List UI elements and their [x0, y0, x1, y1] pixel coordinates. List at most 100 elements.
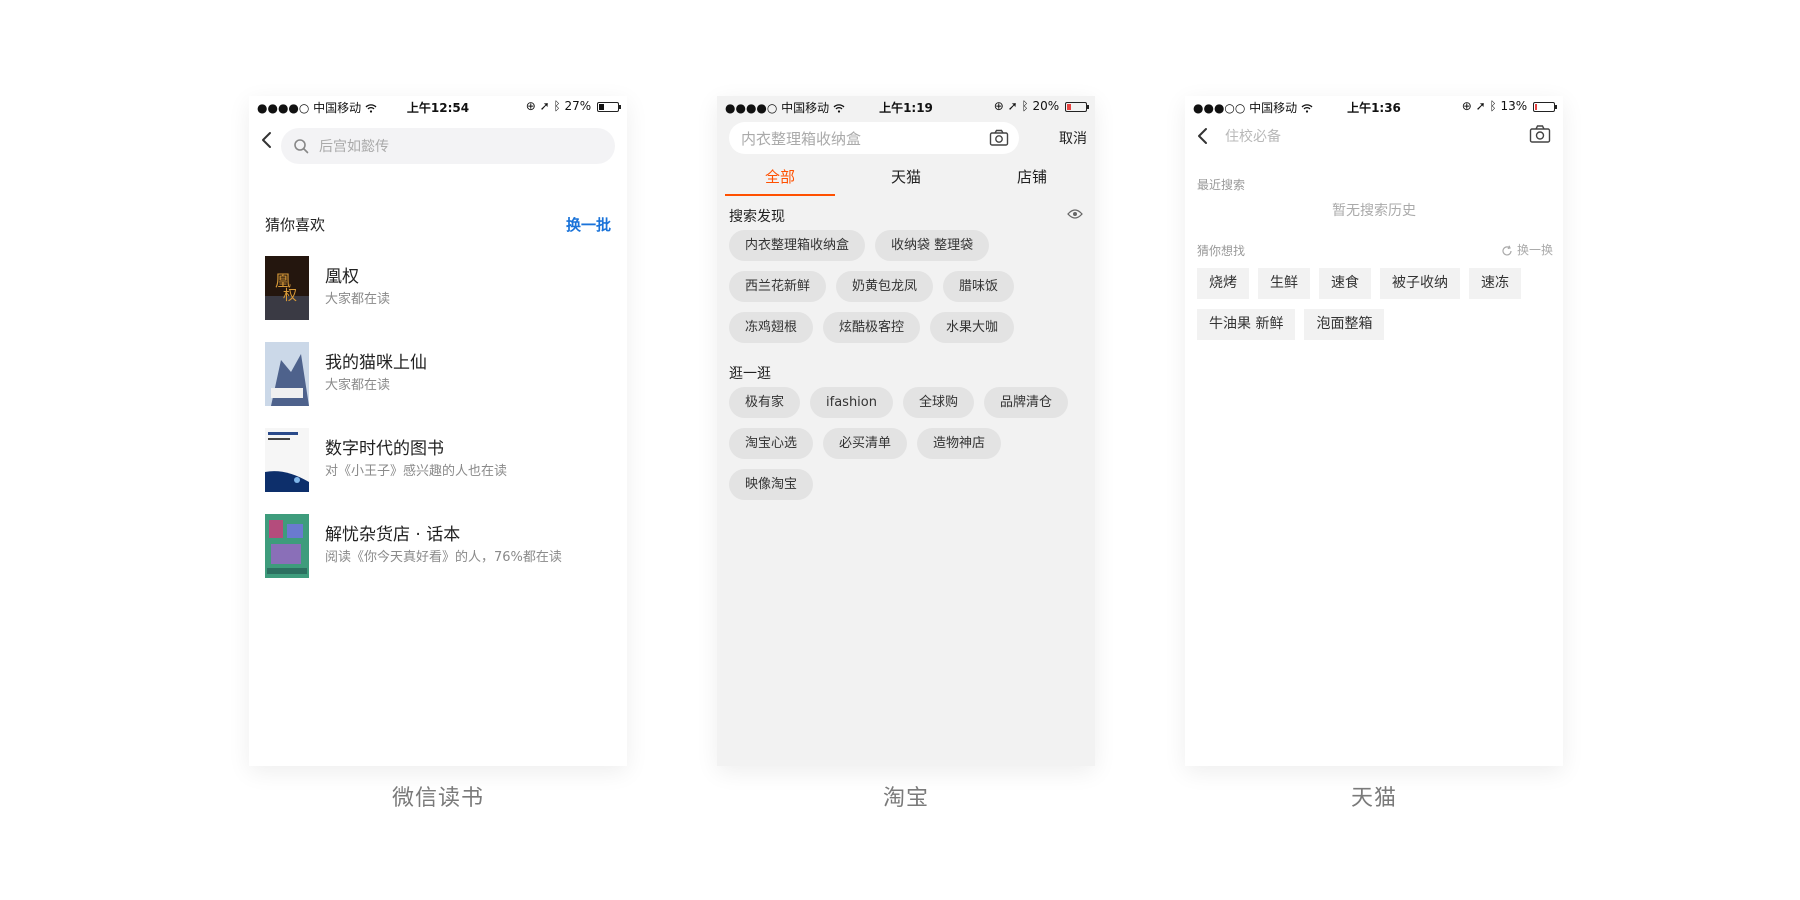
discover-tag[interactable]: 水果大咖 — [930, 312, 1015, 343]
browse-tag[interactable]: 极有家 — [729, 387, 801, 418]
lock-rotation-icon: ⊕ — [993, 99, 1004, 113]
location-icon: ➚ — [539, 99, 550, 113]
back-arrow-icon[interactable] — [255, 128, 279, 152]
tab-tmall[interactable]: 天猫 — [851, 166, 961, 187]
bluetooth-icon: ᛒ — [553, 99, 561, 113]
status-right: ⊕ ➚ ᛒ 13% — [1461, 99, 1557, 113]
book-subtitle: 大家都在读 — [325, 378, 391, 393]
book-title: 数字时代的图书 — [325, 439, 444, 459]
discover-tag[interactable]: 收纳袋 整理袋 — [875, 230, 990, 261]
book-cover: 凰权 — [265, 256, 309, 320]
book-title: 我的猫咪上仙 — [325, 353, 427, 373]
tab-all[interactable]: 全部 — [725, 166, 835, 187]
book-list: 凰权 凰权 大家都在读 我的猫咪上仙 大家都在读 数字时代的图书 对《小王子》感… — [249, 246, 627, 588]
battery-fill — [1067, 103, 1071, 110]
caption-tmall: 天猫 — [1350, 786, 1397, 811]
empty-history-text: 暂无搜索历史 — [1332, 203, 1416, 219]
camera-icon[interactable] — [1529, 124, 1551, 144]
battery-icon — [1065, 101, 1089, 112]
book-item[interactable]: 数字时代的图书 对《小王子》感兴趣的人也在读 — [249, 418, 627, 502]
book-item[interactable]: 我的猫咪上仙 大家都在读 — [249, 332, 627, 416]
discover-tag[interactable]: 内衣整理箱收纳盒 — [729, 230, 866, 261]
browse-title: 逛一逛 — [729, 366, 771, 382]
search-bar-row — [1185, 116, 1563, 156]
browse-tag[interactable]: 必买清单 — [823, 428, 908, 459]
discover-header: 搜索发现 — [717, 200, 1095, 230]
suggest-tag[interactable]: 生鲜 — [1258, 268, 1310, 299]
browse-header: 逛一逛 — [717, 357, 1095, 387]
tab-shop[interactable]: 店铺 — [977, 166, 1087, 187]
browse-tags: 极有家 ifashion 全球购 品牌清仓 淘宝心选 必买清单 造物神店 映像淘… — [717, 387, 1095, 500]
browse-tag[interactable]: 造物神店 — [917, 428, 1002, 459]
browse-tag[interactable]: ifashion — [810, 387, 893, 418]
battery-fill — [1535, 103, 1537, 110]
book-item[interactable]: 凰权 凰权 大家都在读 — [249, 246, 627, 330]
browse-tag[interactable]: 淘宝心选 — [729, 428, 814, 459]
cancel-button[interactable]: 取消 — [1059, 128, 1087, 148]
active-tab-indicator — [725, 194, 835, 196]
recommend-header: 猜你喜欢 换一批 — [249, 212, 627, 236]
camera-icon[interactable] — [989, 129, 1009, 147]
tmall-screen: ●●●○○ 中国移动 上午1:36 ⊕ ➚ ᛒ 13% 最近搜索 暂无搜索历史 … — [1185, 96, 1563, 766]
discover-title: 搜索发现 — [729, 209, 785, 225]
browse-tag[interactable]: 全球购 — [903, 387, 975, 418]
battery-percent: 13% — [1500, 99, 1528, 113]
book-subtitle: 大家都在读 — [325, 292, 391, 307]
search-bar-row — [249, 116, 627, 170]
lock-rotation-icon: ⊕ — [525, 99, 536, 113]
suggest-tags: 烧烤 生鲜 速食 被子收纳 速冻 牛油果 新鲜 泡面整箱 — [1185, 264, 1563, 340]
suggest-tag[interactable]: 速冻 — [1469, 268, 1521, 299]
browse-tag[interactable]: 映像淘宝 — [729, 469, 814, 500]
discover-tags: 内衣整理箱收纳盒 收纳袋 整理袋 西兰花新鲜 奶黄包龙凤 腊味饭 冻鸡翅根 炫酷… — [717, 230, 1095, 343]
status-bar: ●●●●○ 中国移动 上午12:54 ⊕ ➚ ᛒ 27% — [249, 96, 627, 116]
search-input[interactable] — [1223, 120, 1437, 154]
caption-taobao: 淘宝 — [882, 786, 929, 811]
location-icon: ➚ — [1007, 99, 1018, 113]
svg-text:权: 权 — [283, 288, 297, 304]
discover-tag[interactable]: 西兰花新鲜 — [729, 271, 827, 302]
search-box[interactable] — [729, 122, 1019, 156]
refresh-icon — [1502, 245, 1512, 255]
battery-fill — [599, 103, 604, 110]
refresh-batch-button[interactable]: 换一批 — [566, 214, 611, 235]
search-input[interactable] — [317, 128, 551, 166]
search-icon — [294, 139, 309, 154]
suggest-title: 猜你想找 — [1197, 244, 1246, 258]
suggest-tag[interactable]: 速食 — [1319, 268, 1371, 299]
discover-tag[interactable]: 炫酷极客控 — [823, 312, 921, 343]
book-cover — [265, 342, 309, 406]
status-right: ⊕ ➚ ᛒ 20% — [993, 99, 1089, 113]
back-arrow-icon[interactable] — [1191, 124, 1215, 148]
suggest-tag[interactable]: 牛油果 新鲜 — [1197, 309, 1296, 340]
recent-search-title: 最近搜索 — [1197, 178, 1246, 192]
search-box[interactable] — [281, 128, 615, 166]
discover-tag[interactable]: 冻鸡翅根 — [729, 312, 814, 343]
bluetooth-icon: ᛒ — [1489, 99, 1497, 113]
suggest-tag[interactable]: 烧烤 — [1197, 268, 1249, 299]
suggest-tag[interactable]: 泡面整箱 — [1304, 309, 1385, 340]
discover-tag[interactable]: 奶黄包龙凤 — [836, 271, 934, 302]
search-bar-row: 取消 — [717, 116, 1095, 156]
taobao-screen: ●●●●○ 中国移动 上午1:19 ⊕ ➚ ᛒ 20% 取消 全部 天猫 店铺 … — [717, 96, 1095, 766]
book-cover — [265, 428, 309, 492]
discover-tag[interactable]: 腊味饭 — [943, 271, 1015, 302]
browse-tag[interactable]: 品牌清仓 — [984, 387, 1069, 418]
status-right: ⊕ ➚ ᛒ 27% — [525, 99, 621, 113]
battery-icon — [597, 101, 621, 112]
battery-icon — [1533, 101, 1557, 112]
suggest-tag[interactable]: 被子收纳 — [1380, 268, 1460, 299]
refresh-suggest-button[interactable]: 换一换 — [1501, 241, 1553, 258]
eye-icon[interactable] — [1067, 208, 1083, 220]
tab-bar: 全部 天猫 店铺 — [717, 156, 1095, 196]
recent-search-header: 最近搜索 — [1185, 172, 1563, 196]
search-input[interactable] — [739, 122, 973, 156]
book-item[interactable]: 解忧杂货店 · 话本 阅读《你今天真好看》的人，76%都在读 — [249, 504, 627, 588]
book-subtitle: 阅读《你今天真好看》的人，76%都在读 — [325, 550, 562, 565]
book-subtitle: 对《小王子》感兴趣的人也在读 — [325, 464, 508, 479]
status-bar: ●●●●○ 中国移动 上午1:19 ⊕ ➚ ᛒ 20% — [717, 96, 1095, 116]
search-box[interactable] — [1223, 120, 1443, 154]
battery-percent: 20% — [1032, 99, 1060, 113]
book-title: 解忧杂货店 · 话本 — [325, 525, 461, 545]
lock-rotation-icon: ⊕ — [1461, 99, 1472, 113]
battery-percent: 27% — [564, 99, 592, 113]
